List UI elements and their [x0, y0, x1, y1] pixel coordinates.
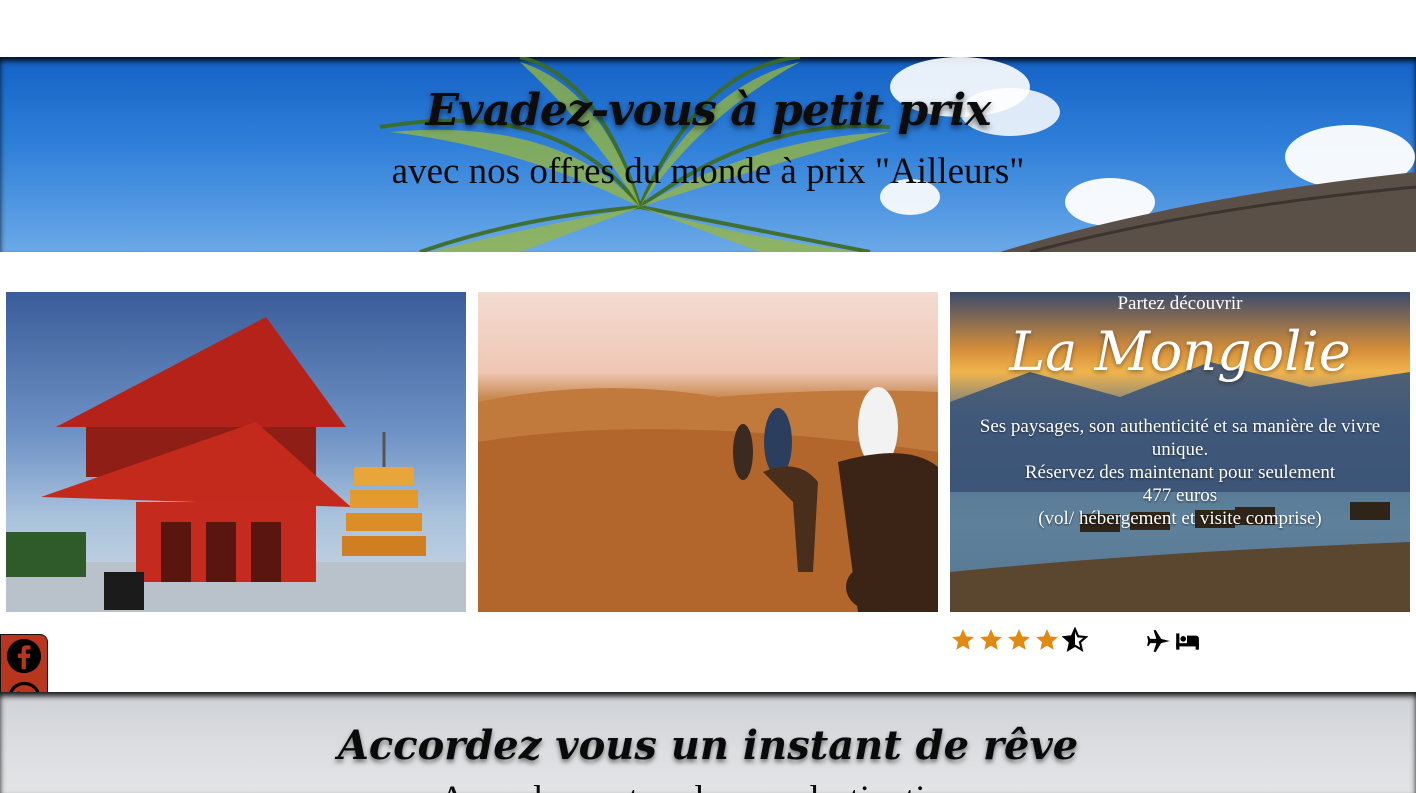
star-icon — [952, 629, 974, 650]
offer-pretitle: Partez découvrir — [1117, 293, 1243, 314]
desert-camels-image[interactable] — [478, 292, 938, 612]
japan-temple-illustration — [6, 317, 466, 612]
star-icon — [980, 629, 1002, 650]
offer-description-line2: Réservez des maintenant pour seulement — [1024, 462, 1336, 483]
bed-icon — [1176, 633, 1199, 650]
star-icon — [1036, 629, 1058, 650]
offer-description: Ses paysages, son authenticité et sa man… — [960, 415, 1400, 530]
offer-destination: La Mongolie — [1009, 320, 1351, 383]
mongolia-offer-card[interactable]: Partez découvrir La Mongolie Ses paysage… — [950, 292, 1410, 612]
dream-subtitle: Avec de nos top des ces destinations — [0, 778, 1416, 793]
japan-temple-image[interactable] — [6, 292, 466, 612]
desert-illustration — [478, 387, 938, 612]
star-icon — [1008, 629, 1030, 650]
hero-title: Evadez-vous à petit prix — [425, 85, 992, 136]
offer-rating — [950, 627, 1088, 655]
offer-includes: (vol/ hébergement et visite comprise) — [1038, 508, 1322, 529]
dream-banner: Accordez vous un instant de rêve Avec de… — [0, 692, 1416, 793]
facebook-icon[interactable] — [4, 637, 44, 675]
star-half-icon — [1062, 627, 1088, 652]
offer-amenities — [1146, 628, 1200, 654]
offer-description-line1: Ses paysages, son authenticité et sa man… — [979, 416, 1381, 460]
hero-subtitle: avec nos offres du monde à prix "Ailleur… — [391, 151, 1025, 192]
plane-icon — [1147, 630, 1170, 652]
dream-title: Accordez vous un instant de rêve — [337, 722, 1079, 769]
offer-price: 477 euros — [1142, 485, 1218, 506]
hero-banner: Evadez-vous à petit prix avec nos offres… — [0, 57, 1416, 252]
